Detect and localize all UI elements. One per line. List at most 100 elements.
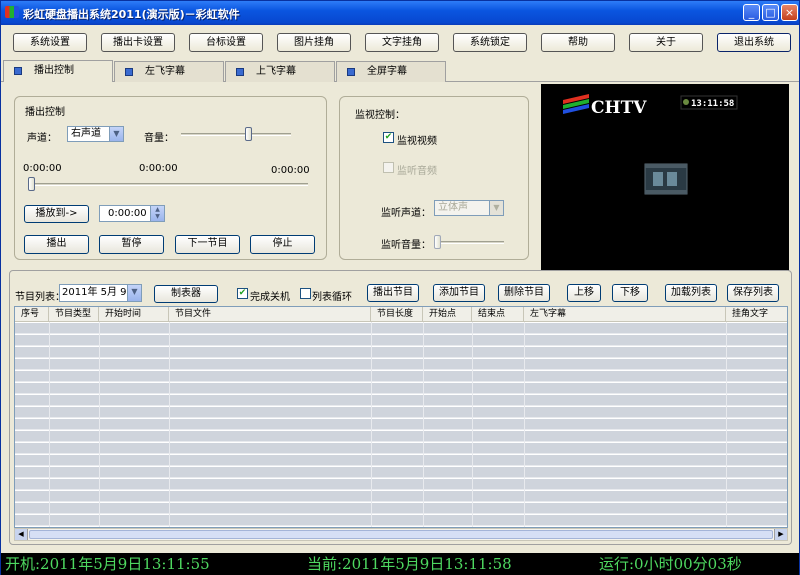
volume-label: 音量：: [144, 133, 174, 144]
chevron-down-icon[interactable]: ▼: [489, 201, 503, 215]
logo-settings-button[interactable]: 台标设置: [189, 33, 263, 52]
column-header[interactable]: 节目长度: [371, 307, 423, 322]
play-to-time-input[interactable]: 0:00:00 ▲ ▼: [99, 205, 165, 222]
monitor-audio-checkbox[interactable]: [383, 162, 394, 173]
volume-slider-thumb[interactable]: [244, 127, 252, 141]
column-header[interactable]: 开始时间: [99, 307, 169, 322]
play-button[interactable]: 播出: [24, 235, 89, 254]
monitor-volume-thumb[interactable]: [434, 235, 441, 249]
table-header: 序号 节目类型 开始时间 节目文件 节目长度 开始点 结束点 左飞字幕 挂角文字: [15, 307, 787, 322]
scroll-left-icon[interactable]: ◀: [15, 529, 28, 540]
table-row[interactable]: [15, 395, 787, 406]
system-lock-button[interactable]: 系统锁定: [453, 33, 527, 52]
column-header[interactable]: 开始点: [423, 307, 472, 322]
table-row[interactable]: [15, 491, 787, 502]
next-program-button[interactable]: 下一节目: [175, 235, 240, 254]
list-date-picker[interactable]: 2011年 5月 9日 ▼: [59, 284, 142, 302]
card-settings-button[interactable]: 播出卡设置: [101, 33, 175, 52]
column-header[interactable]: 左飞字幕: [524, 307, 726, 322]
chevron-down-icon[interactable]: ▼: [127, 285, 141, 301]
table-row[interactable]: [15, 359, 787, 370]
tab-playback-control[interactable]: 播出控制: [3, 60, 113, 82]
stop-button[interactable]: 停止: [250, 235, 315, 254]
column-header[interactable]: 序号: [15, 307, 49, 322]
move-down-button[interactable]: 下移: [612, 284, 648, 302]
table-row[interactable]: [15, 479, 787, 490]
system-settings-button[interactable]: 系统设置: [13, 33, 87, 52]
table-row[interactable]: [15, 347, 787, 358]
minimize-button[interactable]: _: [743, 4, 760, 21]
about-button[interactable]: 关于: [629, 33, 703, 52]
add-program-button[interactable]: 添加节目: [433, 284, 485, 302]
text-overlay-button[interactable]: 文字挂角: [365, 33, 439, 52]
column-divider: [49, 322, 50, 527]
table-row[interactable]: [15, 407, 787, 418]
column-header[interactable]: 挂角文字: [726, 307, 787, 322]
column-header[interactable]: 节目文件: [169, 307, 371, 322]
table-row[interactable]: [15, 383, 787, 394]
table-row[interactable]: [15, 371, 787, 382]
loop-checkbox[interactable]: [300, 288, 311, 299]
column-header[interactable]: 结束点: [472, 307, 524, 322]
chevron-down-icon[interactable]: ▼: [109, 127, 123, 141]
tab-fullscreen-caption[interactable]: 全屏字幕: [336, 61, 446, 82]
program-table[interactable]: 序号 节目类型 开始时间 节目文件 节目长度 开始点 结束点 左飞字幕 挂角文字: [14, 306, 788, 528]
close-button[interactable]: ×: [781, 4, 798, 21]
table-row[interactable]: [15, 443, 787, 454]
play-to-button[interactable]: 播放到->: [24, 205, 89, 223]
exit-system-button[interactable]: 退出系统: [717, 33, 791, 52]
image-overlay-button[interactable]: 图片挂角: [277, 33, 351, 52]
scheduler-button[interactable]: 制表器: [154, 285, 218, 303]
column-divider: [524, 322, 525, 527]
play-program-button[interactable]: 播出节目: [367, 284, 419, 302]
monitor-video-label: 监视视频: [397, 136, 437, 147]
monitor-video-checkbox[interactable]: ✔: [383, 132, 394, 143]
horizontal-scrollbar[interactable]: ◀ ▶: [14, 528, 788, 541]
shutdown-checkbox[interactable]: ✔: [237, 288, 248, 299]
table-row[interactable]: [15, 515, 787, 526]
table-row[interactable]: [15, 467, 787, 478]
move-up-button[interactable]: 上移: [567, 284, 601, 302]
spinner-icon[interactable]: ▲ ▼: [150, 206, 164, 221]
monitor-volume-track[interactable]: [434, 241, 504, 244]
column-header[interactable]: 节目类型: [49, 307, 99, 322]
table-row[interactable]: [15, 419, 787, 430]
monitor-audio-label: 监听音频: [397, 166, 437, 177]
current-time: 当前:2011年5月9日13:11:58: [307, 555, 512, 573]
save-list-button[interactable]: 保存列表: [727, 284, 779, 302]
app-icon: [5, 6, 19, 18]
table-row[interactable]: [15, 323, 787, 334]
monitor-channel-select[interactable]: 立体声 ▼: [434, 200, 504, 216]
monitor-channel-label: 监听声道：: [381, 208, 431, 219]
column-divider: [472, 322, 473, 527]
pause-button[interactable]: 暂停: [99, 235, 164, 254]
preview-svg: CHTV 13:11:58: [563, 94, 738, 195]
monitor-channel-value: 立体声: [438, 202, 468, 213]
scroll-right-icon[interactable]: ▶: [774, 529, 787, 540]
video-file-icon: [644, 163, 688, 195]
tab-top-ticker[interactable]: 上飞字幕: [225, 61, 335, 82]
table-row[interactable]: [15, 503, 787, 514]
channel-select[interactable]: 右声道 ▼: [67, 126, 124, 142]
progress-slider-track[interactable]: [28, 183, 308, 186]
maximize-button[interactable]: □: [762, 4, 779, 21]
time-current: 0:00:00: [139, 163, 178, 174]
table-row[interactable]: [15, 335, 787, 346]
column-divider: [726, 322, 727, 527]
load-list-button[interactable]: 加载列表: [665, 284, 717, 302]
title-bar[interactable]: 彩虹硬盘播出系统2011(演示版)－彩虹软件 _ □ ×: [1, 1, 799, 25]
volume-slider-track[interactable]: [181, 133, 291, 136]
help-button[interactable]: 帮助: [541, 33, 615, 52]
delete-program-button[interactable]: 删除节目: [498, 284, 550, 302]
progress-slider-thumb[interactable]: [28, 177, 35, 191]
play-to-time-value: 0:00:00: [108, 208, 147, 219]
monitor-group-title: 监视控制：: [355, 110, 405, 121]
tab-left-ticker[interactable]: 左飞字幕: [114, 61, 224, 82]
scrollbar-thumb[interactable]: [29, 530, 773, 539]
table-row[interactable]: [15, 431, 787, 442]
list-date-value: 2011年 5月 9日: [62, 287, 137, 298]
channel-label: 声道：: [27, 133, 57, 144]
column-divider: [99, 322, 100, 527]
table-row[interactable]: [15, 455, 787, 466]
time-end: 0:00:00: [271, 165, 310, 176]
